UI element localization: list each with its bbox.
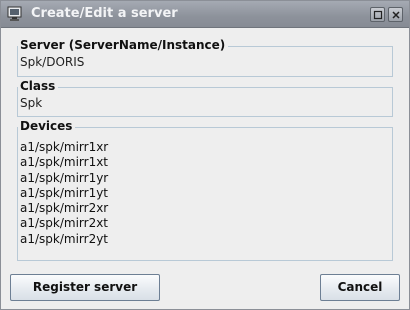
device-list[interactable]: a1/spk/mirr1xr a1/spk/mirr1xt a1/spk/mir… bbox=[20, 140, 108, 247]
server-name-value[interactable]: Spk/DORIS bbox=[20, 55, 84, 69]
device-item[interactable]: a1/spk/mirr2yt bbox=[20, 232, 108, 247]
title-bar[interactable]: Create/Edit a server bbox=[1, 1, 409, 28]
devices-label: Devices bbox=[18, 119, 76, 133]
server-group: Server (ServerName/Instance) Spk/DORIS bbox=[17, 38, 393, 77]
maximize-button[interactable] bbox=[370, 7, 385, 22]
device-item[interactable]: a1/spk/mirr1yt bbox=[20, 186, 108, 201]
device-item[interactable]: a1/spk/mirr1yr bbox=[20, 171, 108, 186]
device-item[interactable]: a1/spk/mirr1xt bbox=[20, 155, 108, 170]
class-group: Class Spk bbox=[17, 79, 393, 117]
class-value[interactable]: Spk bbox=[20, 96, 42, 110]
register-server-button[interactable]: Register server bbox=[10, 274, 160, 301]
class-label: Class bbox=[18, 79, 59, 93]
monitor-icon bbox=[7, 6, 23, 22]
device-item[interactable]: a1/spk/mirr2xr bbox=[20, 201, 108, 216]
maximize-icon bbox=[373, 10, 383, 20]
close-button[interactable] bbox=[388, 7, 403, 22]
dialog-window: Create/Edit a server Server (ServerName/… bbox=[0, 0, 410, 310]
server-label: Server (ServerName/Instance) bbox=[18, 38, 229, 52]
cancel-button[interactable]: Cancel bbox=[320, 274, 400, 301]
close-icon bbox=[392, 11, 400, 19]
device-item[interactable]: a1/spk/mirr1xr bbox=[20, 140, 108, 155]
window-title: Create/Edit a server bbox=[31, 6, 178, 21]
device-item[interactable]: a1/spk/mirr2xt bbox=[20, 216, 108, 231]
devices-group[interactable]: Devices a1/spk/mirr1xr a1/spk/mirr1xt a1… bbox=[17, 119, 393, 261]
